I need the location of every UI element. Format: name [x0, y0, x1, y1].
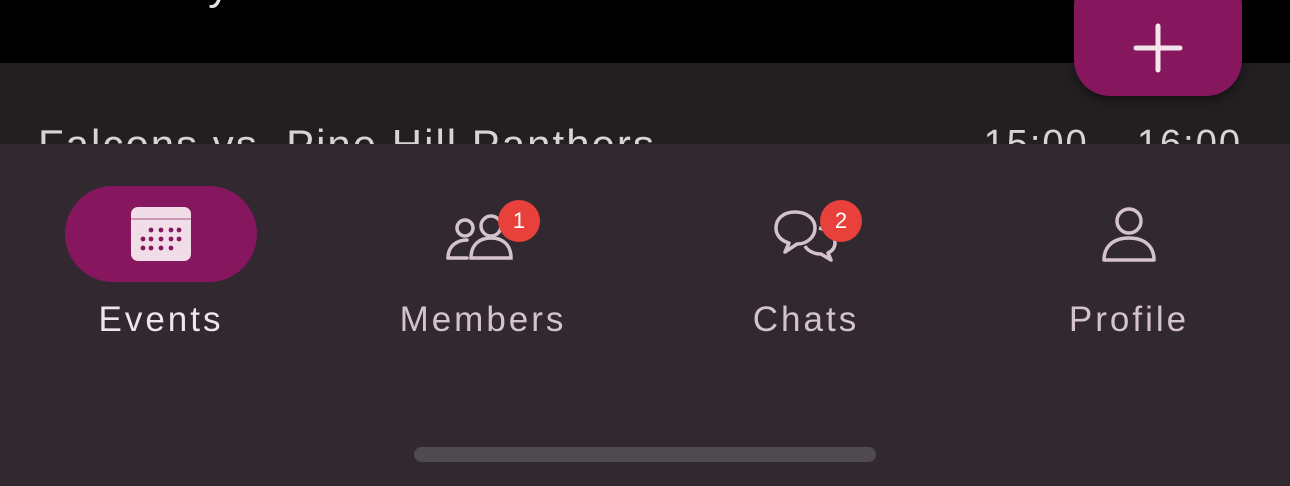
nav-events[interactable]: Events: [0, 144, 322, 344]
nav-events-indicator: [65, 186, 257, 282]
calendar-icon: [131, 207, 191, 261]
add-event-button[interactable]: [1074, 0, 1242, 96]
nav-profile-indicator: [1033, 186, 1225, 282]
home-indicator[interactable]: [414, 447, 876, 462]
app-screen: Saturday 1 June Falcons vs. Pine Hill Pa…: [0, 0, 1290, 486]
chats-badge: 2: [820, 200, 862, 242]
nav-chats-indicator: 2: [710, 186, 902, 282]
nav-chats[interactable]: 2 Chats: [645, 144, 967, 344]
event-title: Falcons vs. Pine Hill Panthers: [38, 121, 656, 144]
bottom-navigation: Events 1 Members 2 Chats Profile: [0, 144, 1290, 486]
members-badge: 1: [498, 200, 540, 242]
plus-icon: [1133, 23, 1183, 73]
nav-members[interactable]: 1 Members: [322, 144, 644, 344]
nav-profile-label: Profile: [1068, 300, 1190, 339]
nav-members-label: Members: [399, 300, 567, 339]
event-time: 15:00 – 16:00: [983, 123, 1242, 144]
nav-chats-label: Chats: [752, 300, 860, 339]
person-icon: [1102, 207, 1156, 262]
day-heading: Saturday 1 June: [40, 0, 390, 10]
nav-members-indicator: 1: [387, 186, 579, 282]
nav-profile[interactable]: Profile: [968, 144, 1290, 344]
nav-events-label: Events: [98, 300, 224, 339]
